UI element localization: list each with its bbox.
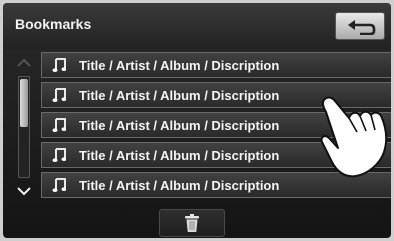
header-bar: Bookmarks: [3, 3, 391, 49]
item-label: Title / Artist / Album / Discription: [79, 117, 280, 133]
item-label: Title / Artist / Album / Discription: [79, 57, 280, 73]
item-label: Title / Artist / Album / Discription: [79, 147, 280, 163]
back-button[interactable]: [335, 12, 385, 40]
music-note-icon: [52, 116, 70, 134]
trash-icon: [185, 214, 199, 232]
chevron-up-icon: [17, 58, 31, 67]
item-label: Title / Artist / Album / Discription: [79, 177, 280, 193]
scrollbar-track[interactable]: [18, 76, 30, 178]
scroll-up-button[interactable]: [9, 52, 39, 74]
scroll-column: [9, 52, 39, 202]
delete-button[interactable]: [159, 209, 225, 237]
page-title: Bookmarks: [15, 16, 92, 32]
music-note-icon: [52, 146, 70, 164]
chevron-down-icon: [17, 187, 31, 196]
item-label: Title / Artist / Album / Discription: [79, 87, 280, 103]
music-note-icon: [52, 176, 70, 194]
scrollbar-thumb[interactable]: [20, 79, 28, 127]
music-note-icon: [52, 86, 70, 104]
music-note-icon: [52, 56, 70, 74]
pointing-hand-icon: [318, 92, 394, 182]
scroll-down-button[interactable]: [9, 180, 39, 202]
back-arrow-icon: [348, 20, 376, 35]
list-item[interactable]: Title / Artist / Album / Discription: [41, 52, 391, 78]
